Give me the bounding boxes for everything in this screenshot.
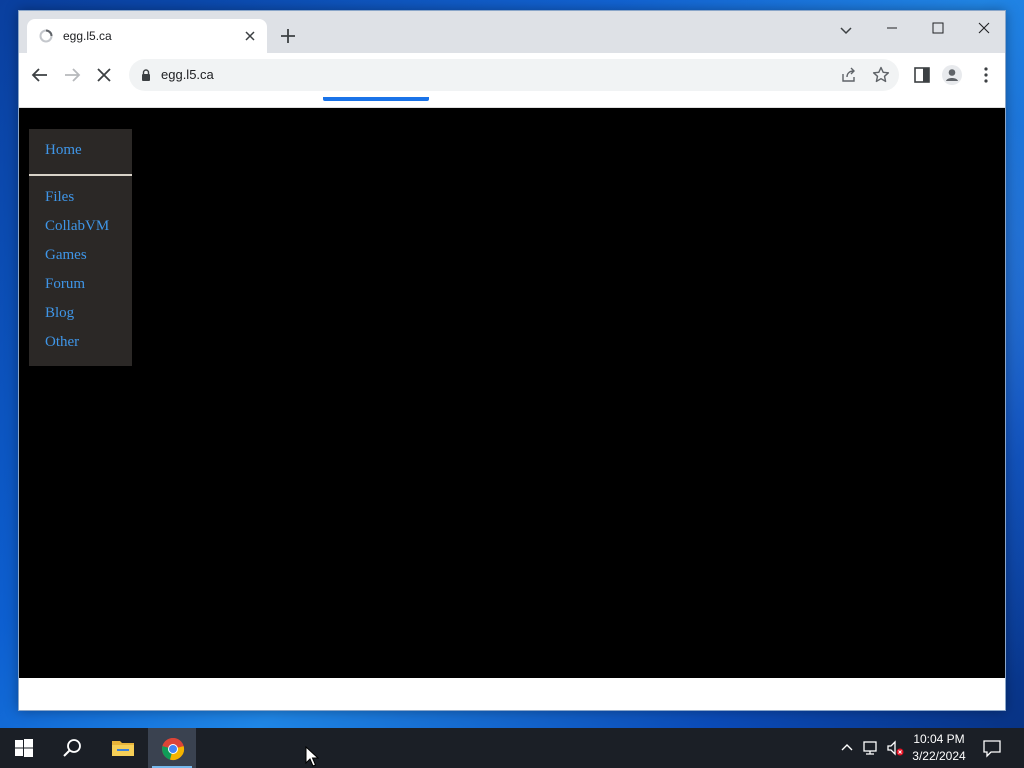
profile-avatar-icon[interactable] (941, 64, 963, 86)
nav-link-other[interactable]: Other (45, 334, 79, 351)
volume-muted-icon[interactable] (886, 739, 904, 757)
nav-link-home[interactable]: Home (45, 142, 82, 159)
nav-link-games[interactable]: Games (45, 247, 87, 264)
side-panel-icon[interactable] (911, 64, 933, 86)
loading-favicon-icon (39, 29, 53, 43)
nav-link-files[interactable]: Files (45, 189, 74, 206)
minimize-icon[interactable] (881, 17, 903, 39)
close-tab-icon[interactable] (241, 27, 259, 45)
windows-logo-icon (15, 739, 33, 757)
start-button[interactable] (0, 728, 48, 768)
browser-tab[interactable]: egg.l5.ca (27, 19, 267, 53)
page-content: Home Files CollabVM Games Forum Blog Oth… (19, 108, 1005, 678)
nav-divider (29, 174, 132, 176)
nav-link-blog[interactable]: Blog (45, 305, 74, 322)
system-clock[interactable]: 10:04 PM 3/22/2024 (906, 731, 972, 765)
address-bar[interactable]: egg.l5.ca (129, 59, 899, 91)
clock-date: 3/22/2024 (912, 749, 966, 763)
lock-icon[interactable] (139, 68, 153, 82)
close-window-icon[interactable] (973, 17, 995, 39)
network-icon[interactable] (862, 739, 880, 757)
tab-strip: egg.l5.ca (19, 11, 1005, 53)
file-explorer-button[interactable] (98, 728, 146, 768)
page-header-strip (19, 97, 1005, 108)
search-button[interactable] (48, 728, 96, 768)
nav-link-forum[interactable]: Forum (45, 276, 85, 293)
chrome-icon (162, 738, 185, 761)
loading-progress-bar (323, 97, 429, 101)
maximize-icon[interactable] (927, 17, 949, 39)
forward-arrow-icon[interactable] (61, 64, 83, 86)
bookmark-star-icon[interactable] (871, 65, 891, 85)
chrome-taskbar-button[interactable] (148, 728, 196, 768)
more-menu-icon[interactable] (975, 64, 997, 86)
tab-title: egg.l5.ca (63, 29, 112, 43)
new-tab-icon[interactable] (277, 25, 299, 47)
browser-toolbar: egg.l5.ca (19, 53, 1005, 97)
clock-time: 10:04 PM (913, 732, 965, 746)
page-footer-strip (19, 678, 1005, 710)
back-arrow-icon[interactable] (29, 64, 51, 86)
mouse-cursor-icon (305, 746, 319, 767)
stop-loading-icon[interactable] (93, 64, 115, 86)
notification-icon[interactable] (982, 738, 1002, 758)
chevron-up-icon[interactable] (838, 739, 856, 757)
nav-link-collabvm[interactable]: CollabVM (45, 218, 109, 235)
site-navigation: Home Files CollabVM Games Forum Blog Oth… (29, 129, 132, 366)
share-icon[interactable] (839, 65, 859, 85)
url-text: egg.l5.ca (161, 67, 214, 82)
browser-window: egg.l5.ca egg.l5.ca Home Files CollabVM … (18, 10, 1006, 711)
search-icon (63, 739, 81, 757)
taskbar: 10:04 PM 3/22/2024 (0, 728, 1024, 768)
folder-icon (112, 741, 134, 756)
tab-search-chevron-icon[interactable] (835, 19, 857, 41)
